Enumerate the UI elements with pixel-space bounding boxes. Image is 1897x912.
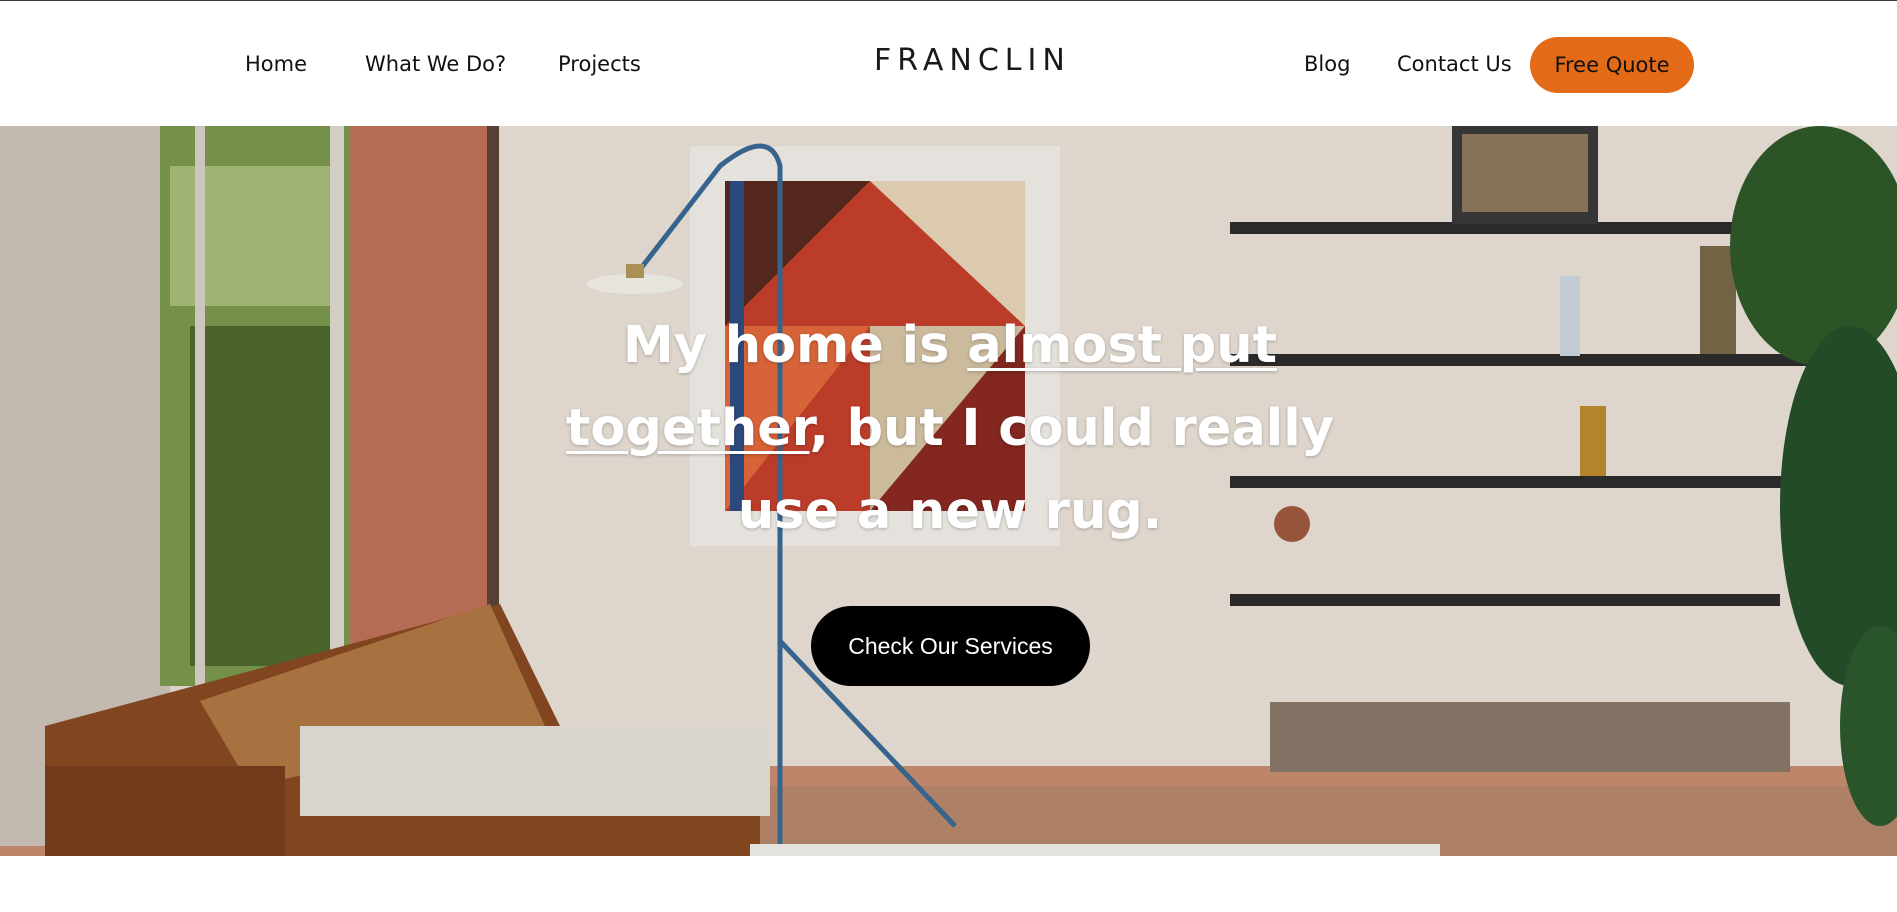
headline-text-end: , but I could really use a new rug. (737, 399, 1334, 541)
free-quote-button[interactable]: Free Quote (1530, 37, 1694, 93)
nav-projects-link[interactable]: Projects (558, 51, 641, 77)
hero-headline: My home is almost put together, but I co… (560, 304, 1340, 553)
site-header: Home What We Do? Projects FRANCLIN Blog … (0, 1, 1897, 126)
nav-home-link[interactable]: Home (245, 51, 307, 77)
nav-what-we-do-link[interactable]: What We Do? (365, 51, 506, 77)
site-logo[interactable]: FRANCLIN (874, 43, 1070, 79)
headline-text-start: My home is (623, 316, 968, 375)
nav-blog-link[interactable]: Blog (1304, 51, 1350, 77)
page-bottom (0, 856, 1897, 912)
hero-section: My home is almost put together, but I co… (0, 126, 1897, 856)
check-services-button[interactable]: Check Our Services (811, 606, 1090, 686)
nav-contact-us-link[interactable]: Contact Us (1397, 51, 1512, 77)
